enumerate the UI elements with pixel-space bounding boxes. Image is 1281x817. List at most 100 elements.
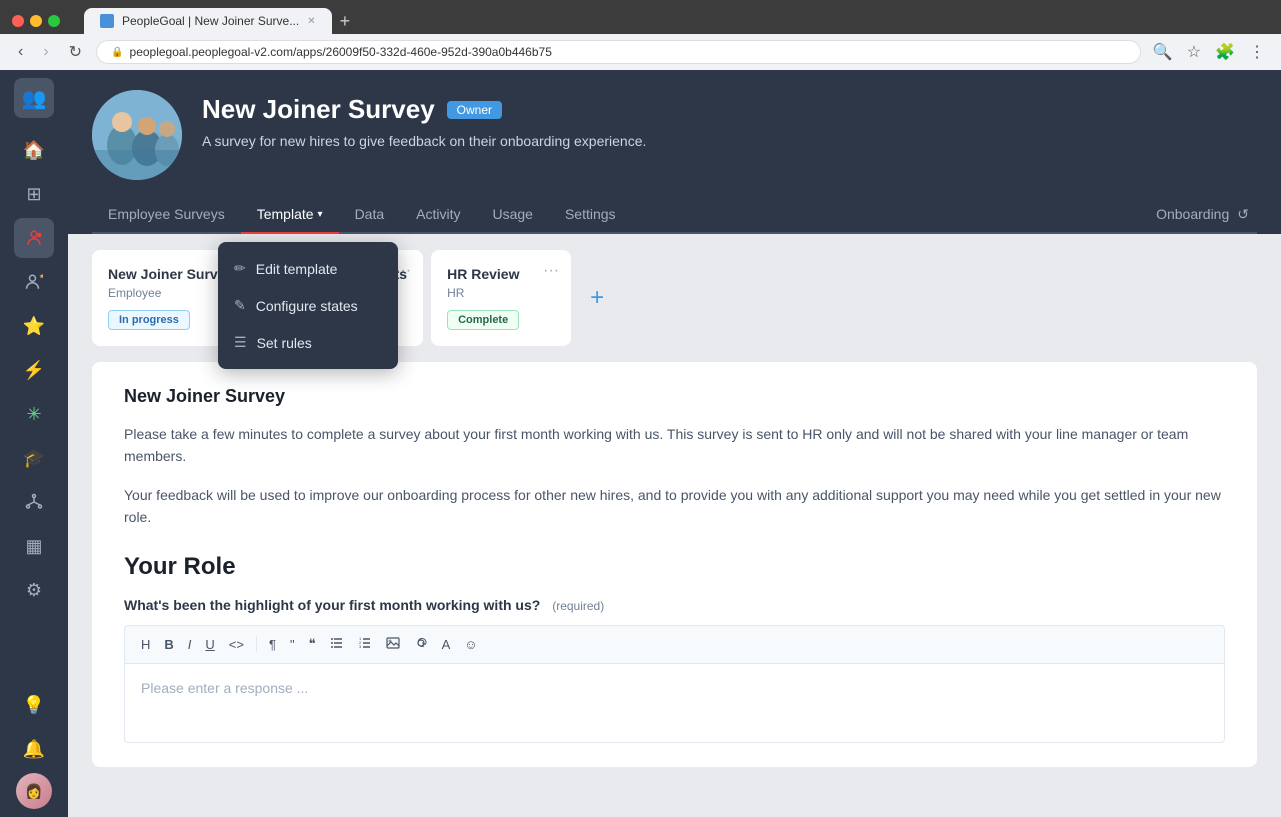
tab-title: PeopleGoal | New Joiner Surve... [122, 14, 299, 28]
sidebar-item-settings[interactable]: ⚙ [14, 570, 54, 610]
stage-1-title: New Joiner Survey [108, 266, 233, 282]
tab-usage[interactable]: Usage [476, 196, 548, 234]
tab-activity[interactable]: Activity [400, 196, 476, 234]
user-avatar[interactable]: 👩 [16, 773, 52, 809]
sidebar-bottom: 💡 🔔 👩 [14, 685, 54, 809]
sidebar-item-home[interactable]: 🏠 [14, 130, 54, 170]
tab-favicon [100, 14, 114, 28]
dropdown-configure-states[interactable]: ✎ Configure states [218, 287, 398, 324]
question-1-text: What's been the highlight of your first … [124, 597, 540, 613]
browser-chrome: PeopleGoal | New Joiner Surve... ✕ + ‹ ›… [0, 0, 1281, 70]
browser-toolbar-icons: 🔍 ☆ 🧩 ⋮ [1149, 40, 1269, 64]
form-paragraph-2: Your feedback will be used to improve ou… [124, 484, 1225, 529]
maximize-button[interactable] [48, 15, 60, 27]
survey-info: New Joiner Survey Owner A survey for new… [202, 90, 646, 149]
new-tab-button[interactable]: + [332, 11, 359, 32]
sidebar-item-star[interactable]: ⭐ [14, 306, 54, 346]
editor-blockquote-button[interactable]: ❝ [305, 634, 320, 654]
sidebar-item-table[interactable]: ▦ [14, 526, 54, 566]
lock-icon: 🔒 [111, 47, 123, 58]
address-bar-container: ‹ › ↻ 🔒 peoplegoal.peoplegoal-v2.com/app… [0, 34, 1281, 70]
sidebar-item-grid[interactable]: ⊞ [14, 174, 54, 214]
toolbar-divider-1 [256, 636, 257, 652]
stage-1-role: Employee [108, 286, 233, 300]
editor-paragraph-button[interactable]: ¶ [265, 635, 280, 654]
add-stage-button[interactable]: + [579, 280, 615, 316]
nav-tabs: Employee Surveys Template ▾ Data Activit… [92, 196, 1257, 234]
sidebar: 👥 🏠 ⊞ ⭐ ⚡ ✳ 🎓 ▦ ⚙ 💡 🔔 👩 [0, 70, 68, 817]
sidebar-item-hierarchy[interactable] [14, 482, 54, 522]
refresh-button[interactable]: ↻ [63, 40, 88, 64]
refresh-icon[interactable]: ↺ [1237, 206, 1249, 223]
dropdown-edit-template[interactable]: ✏ Edit template [218, 250, 398, 287]
onboarding-label: Onboarding [1156, 206, 1229, 222]
main-content: New Joiner Survey Owner A survey for new… [68, 70, 1281, 817]
sidebar-logo[interactable]: 👥 [14, 78, 54, 118]
active-tab[interactable]: PeopleGoal | New Joiner Surve... ✕ [84, 8, 332, 34]
editor-ul-button[interactable] [326, 634, 348, 655]
stage-1-status: In progress [108, 310, 190, 330]
editor-underline-button[interactable]: U [201, 635, 218, 654]
stages-wrapper: ··· New Joiner Survey Employee In progre… [68, 234, 1281, 362]
editor-italic-button[interactable]: I [184, 635, 196, 654]
tab-employee-surveys[interactable]: Employee Surveys [92, 196, 241, 234]
editor-quote-button[interactable]: " [286, 635, 299, 654]
required-badge: (required) [552, 599, 604, 613]
logo-icon: 👥 [22, 86, 47, 111]
edit-template-label: Edit template [256, 261, 338, 277]
url-bar[interactable]: 🔒 peoplegoal.peoplegoal-v2.com/apps/2600… [96, 40, 1141, 64]
owner-badge: Owner [447, 101, 502, 119]
stage-3-role: HR [447, 286, 555, 300]
browser-titlebar: PeopleGoal | New Joiner Surve... ✕ + [0, 0, 1281, 34]
editor-emoji-button[interactable]: ☺ [460, 635, 481, 654]
editor-mention-button[interactable] [410, 634, 432, 655]
form-paragraph-1: Please take a few minutes to complete a … [124, 423, 1225, 468]
sidebar-item-person-alert[interactable] [14, 218, 54, 258]
back-button[interactable]: ‹ [12, 41, 29, 63]
menu-icon[interactable]: ⋮ [1245, 40, 1269, 64]
sidebar-item-asterisk[interactable]: ✳ [14, 394, 54, 434]
sidebar-item-bell[interactable]: 🔔 [14, 729, 54, 769]
tab-settings[interactable]: Settings [549, 196, 632, 234]
set-rules-label: Set rules [257, 335, 312, 351]
tab-close-button[interactable]: ✕ [307, 16, 315, 27]
search-icon[interactable]: 🔍 [1149, 40, 1177, 64]
editor-color-button[interactable]: A [438, 635, 455, 654]
edit-icon: ✏ [234, 260, 246, 277]
editor-placeholder: Please enter a response ... [141, 680, 308, 696]
url-text: peoplegoal.peoplegoal-v2.com/apps/26009f… [130, 45, 552, 59]
editor-code-button[interactable]: <> [225, 635, 248, 654]
forward-button[interactable]: › [37, 41, 54, 63]
survey-header: New Joiner Survey Owner A survey for new… [92, 90, 1257, 180]
svg-text:3: 3 [359, 644, 362, 649]
question-1-label: What's been the highlight of your first … [124, 597, 1225, 613]
dropdown-set-rules[interactable]: ☰ Set rules [218, 324, 398, 361]
your-role-section: Your Role What's been the highlight of y… [124, 553, 1225, 743]
editor-image-button[interactable] [382, 634, 404, 655]
extensions-icon[interactable]: 🧩 [1211, 40, 1239, 64]
nav-right-section: Onboarding ↺ [1156, 206, 1257, 223]
editor-toolbar: H B I U <> ¶ " ❝ 123 [124, 625, 1225, 663]
stage-more-button-3[interactable]: ··· [543, 262, 559, 280]
app: 👥 🏠 ⊞ ⭐ ⚡ ✳ 🎓 ▦ ⚙ 💡 🔔 👩 [0, 70, 1281, 817]
survey-image [92, 90, 182, 180]
editor-input[interactable]: Please enter a response ... [124, 663, 1225, 743]
minimize-button[interactable] [30, 15, 42, 27]
editor-ol-button[interactable]: 123 [354, 634, 376, 655]
traffic-lights [12, 15, 60, 27]
tab-data[interactable]: Data [339, 196, 401, 234]
sidebar-item-bolt[interactable]: ⚡ [14, 350, 54, 390]
bookmark-icon[interactable]: ☆ [1183, 40, 1205, 64]
close-button[interactable] [12, 15, 24, 27]
sidebar-item-lightbulb[interactable]: 💡 [14, 685, 54, 725]
your-role-heading: Your Role [124, 553, 1225, 581]
survey-title: New Joiner Survey [202, 94, 435, 125]
survey-description: A survey for new hires to give feedback … [202, 133, 646, 149]
sidebar-item-person-star[interactable] [14, 262, 54, 302]
sidebar-item-graduation[interactable]: 🎓 [14, 438, 54, 478]
tab-template[interactable]: Template ▾ [241, 196, 339, 234]
editor-heading-button[interactable]: H [137, 635, 154, 654]
editor-bold-button[interactable]: B [160, 635, 177, 654]
stage-card-3: ··· HR Review HR Complete [431, 250, 571, 346]
survey-photo [92, 90, 182, 180]
